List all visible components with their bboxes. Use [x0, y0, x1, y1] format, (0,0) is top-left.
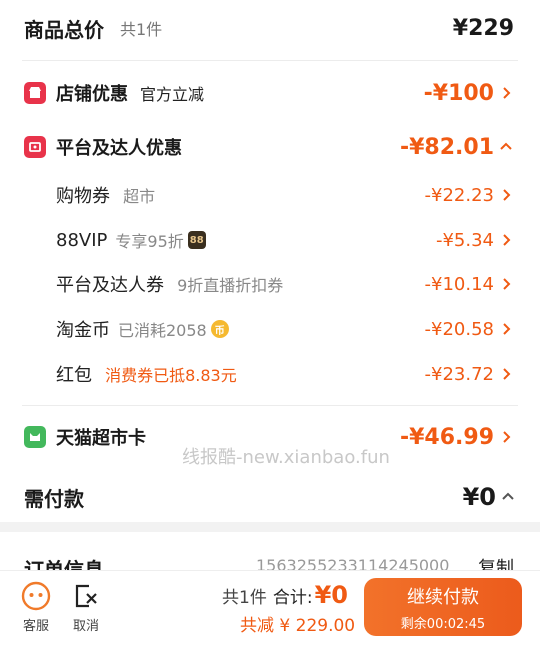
continue-pay-button[interactable]: 继续付款 剩余00:02:45: [364, 578, 522, 636]
shop-icon: [24, 82, 46, 104]
discount-item-label: 淘金币: [56, 320, 110, 341]
discount-item-sub: 消费券已抵8.83元: [105, 366, 237, 385]
discount-item-label: 88VIP: [56, 229, 108, 251]
watermark: 线报酷-new.xianbao.fun: [182, 447, 390, 468]
vip-88-badge-icon: 88: [187, 231, 206, 249]
customer-service-button[interactable]: 客服: [16, 581, 56, 634]
coin-icon: 币: [210, 320, 229, 338]
cancel-icon: [75, 584, 97, 608]
goods-total-price: ¥229: [452, 15, 514, 41]
discount-item-value: -¥23.72: [424, 363, 494, 385]
cancel-button[interactable]: 取消: [66, 581, 106, 634]
discount-item-value: -¥10.14: [424, 273, 494, 295]
divider: [22, 405, 518, 406]
discount-item-sub: 9折直播折扣券: [177, 276, 284, 295]
customer-service-icon: [21, 581, 51, 611]
customer-service-label: 客服: [22, 619, 49, 634]
discount-item-label: 红包: [56, 365, 92, 386]
platform-discount-row[interactable]: 平台及达人优惠 -¥82.01: [0, 130, 540, 164]
chevron-right-icon: [503, 431, 511, 443]
shop-discount-row[interactable]: 店铺优惠 官方立减 -¥100: [0, 76, 540, 110]
bottom-action-bar: 客服 取消 共1件 合计: ¥0 共减 ¥ 229.00 继续付款 剩余00:0…: [0, 570, 540, 650]
shop-discount-value: -¥100: [423, 80, 494, 106]
chevron-right-icon: [503, 189, 511, 201]
discount-item-sub: 专享95折: [115, 232, 184, 251]
chevron-right-icon: [503, 87, 511, 99]
cancel-label: 取消: [72, 619, 99, 634]
shop-discount-sub: 官方立减: [140, 85, 205, 104]
chevron-right-icon: [503, 234, 511, 246]
order-info-row: 订单信息 1563255233114245000 复制: [0, 532, 540, 582]
goods-total-label: 商品总价: [24, 17, 104, 42]
shop-discount-label: 店铺优惠: [56, 84, 128, 105]
chevron-up-icon: [502, 492, 514, 500]
chevron-right-icon: [503, 368, 511, 380]
continue-pay-label: 继续付款: [407, 586, 479, 608]
discount-item-shopping-coupon[interactable]: 购物券 超市 -¥22.23: [0, 180, 540, 210]
pay-countdown: 剩余00:02:45: [400, 616, 486, 632]
tmall-cat-icon: [24, 426, 46, 448]
platform-discount-label: 平台及达人优惠: [56, 138, 182, 159]
total-value: ¥0: [314, 581, 348, 609]
order-summary-card: 商品总价 共1件 ¥229 店铺优惠 官方立减 -¥100 平台及达人优惠 -¥…: [0, 0, 540, 522]
goods-total-row: 商品总价 共1件 ¥229: [0, 10, 540, 46]
tmall-card-label: 天猫超市卡: [56, 428, 146, 449]
discount-item-platform-coupon[interactable]: 平台及达人券 9折直播折扣券 -¥10.14: [0, 269, 540, 299]
saved-amount: 共减 ¥ 229.00: [240, 616, 356, 636]
discount-item-88vip[interactable]: 88VIP 专享95折 88 -¥5.34: [0, 225, 540, 255]
total-label: 合计:: [272, 588, 313, 608]
discount-item-value: -¥20.58: [424, 318, 494, 340]
goods-count: 共1件: [120, 20, 163, 39]
discount-item-value: -¥22.23: [424, 184, 494, 206]
tmall-card-value: -¥46.99: [399, 424, 494, 450]
chevron-up-icon: [500, 142, 512, 150]
discount-item-label: 平台及达人券: [56, 275, 164, 296]
discount-item-value: -¥5.34: [435, 229, 494, 251]
bottom-count: 共1件: [222, 588, 267, 608]
discount-item-taojinbi[interactable]: 淘金币 已消耗2058 币 -¥20.58: [0, 314, 540, 344]
total-summary: 共1件 合计: ¥0: [222, 581, 348, 609]
chevron-right-icon: [503, 278, 511, 290]
discount-item-sub: 超市: [123, 187, 156, 206]
divider: [22, 60, 518, 61]
amount-due-row[interactable]: 需付款 ¥0: [0, 478, 540, 516]
amount-due-label: 需付款: [24, 486, 84, 511]
amount-due-value: ¥0: [462, 483, 496, 511]
discount-item-label: 购物券: [56, 186, 110, 207]
discount-item-red-packet[interactable]: 红包 消费券已抵8.83元 -¥23.72: [0, 359, 540, 389]
chevron-right-icon: [503, 323, 511, 335]
coupon-icon: [24, 136, 46, 158]
platform-discount-value: -¥82.01: [399, 134, 494, 160]
discount-item-sub: 已消耗2058: [118, 321, 207, 340]
